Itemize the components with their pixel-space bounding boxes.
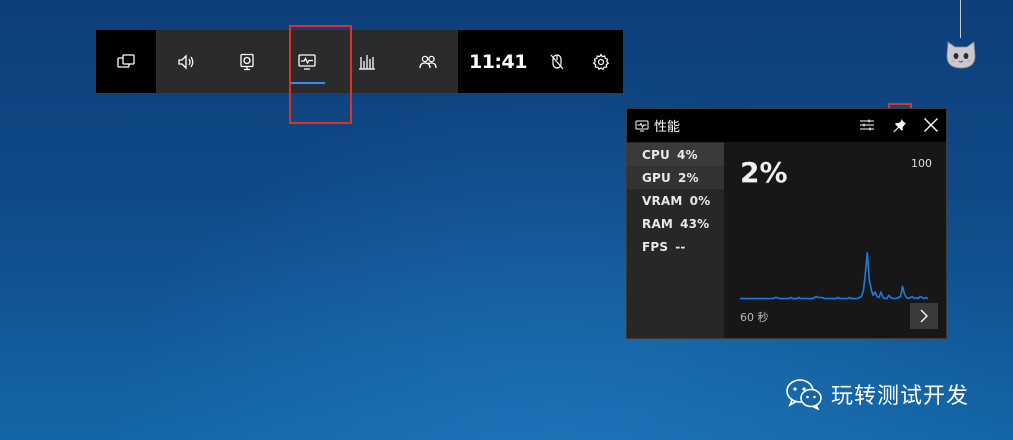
capture-button[interactable] — [216, 30, 277, 93]
close-icon — [924, 118, 938, 132]
settings-button[interactable] — [579, 52, 623, 71]
performance-icon — [635, 120, 649, 131]
metric-label: FPS — [642, 239, 669, 254]
chevron-right-icon — [920, 309, 928, 323]
metric-value: 4% — [676, 147, 698, 162]
social-icon — [419, 55, 437, 68]
metric-list: CPU 4% GPU 2% VRAM 0% RAM 43% FPS -- — [627, 142, 724, 338]
metric-fps[interactable]: FPS -- — [627, 235, 724, 258]
gear-icon — [592, 52, 610, 70]
sliders-icon — [860, 119, 874, 131]
performance-options-button[interactable] — [857, 115, 877, 135]
usage-graph — [740, 251, 929, 300]
current-value: 2% — [740, 156, 788, 189]
resources-icon — [359, 54, 376, 70]
highlight-performance-button — [289, 25, 352, 124]
next-metric-button[interactable] — [910, 303, 938, 329]
mouse-disabled-icon — [550, 53, 564, 69]
metric-cpu[interactable]: CPU 4% — [627, 143, 724, 166]
audio-button[interactable] — [156, 30, 217, 93]
game-bar-status-area: 11:41 — [457, 30, 623, 93]
metric-gpu[interactable]: GPU 2% — [627, 166, 724, 189]
hanging-string — [960, 0, 961, 38]
metric-value: 0% — [689, 193, 711, 208]
audio-icon — [178, 53, 194, 70]
metric-label: VRAM — [642, 193, 683, 208]
watermark: 玩转测试开发 — [785, 378, 969, 410]
watermark-text: 玩转测试开发 — [831, 384, 970, 409]
performance-widget-header[interactable]: 性能 — [627, 109, 946, 142]
clock: 11:41 — [468, 50, 527, 73]
metric-value: -- — [675, 239, 686, 254]
close-button[interactable] — [921, 115, 941, 135]
graph-max-value: 100 — [911, 157, 932, 170]
metric-value: 2% — [678, 170, 699, 185]
metric-label: RAM — [642, 216, 674, 231]
pin-button[interactable] — [889, 115, 909, 135]
metric-ram[interactable]: RAM 43% — [627, 212, 724, 235]
graph-duration: 60 秒 — [740, 311, 769, 324]
capture-icon — [240, 53, 254, 70]
metric-value: 43% — [680, 216, 710, 231]
performance-widget: 性能 CPU 4% GPU 2% VRAM 0% RAM 43% FPS -- … — [626, 108, 947, 339]
metric-label: GPU — [642, 170, 671, 185]
widget-menu-icon — [117, 53, 135, 68]
game-bar: 11:41 — [95, 29, 624, 94]
performance-graph-panel: 2% 100 60 秒 — [724, 142, 946, 338]
performance-widget-title: 性能 — [654, 120, 681, 135]
metric-vram[interactable]: VRAM 0% — [627, 189, 724, 212]
wechat-icon — [786, 379, 822, 410]
metric-label: CPU — [642, 147, 670, 162]
pin-icon — [892, 118, 906, 132]
cat-ornament-icon — [944, 36, 978, 74]
mouse-toggle-button[interactable] — [535, 53, 579, 71]
social-button[interactable] — [397, 30, 458, 93]
usage-graph-line — [740, 251, 929, 300]
widget-menu-button[interactable] — [96, 30, 157, 93]
